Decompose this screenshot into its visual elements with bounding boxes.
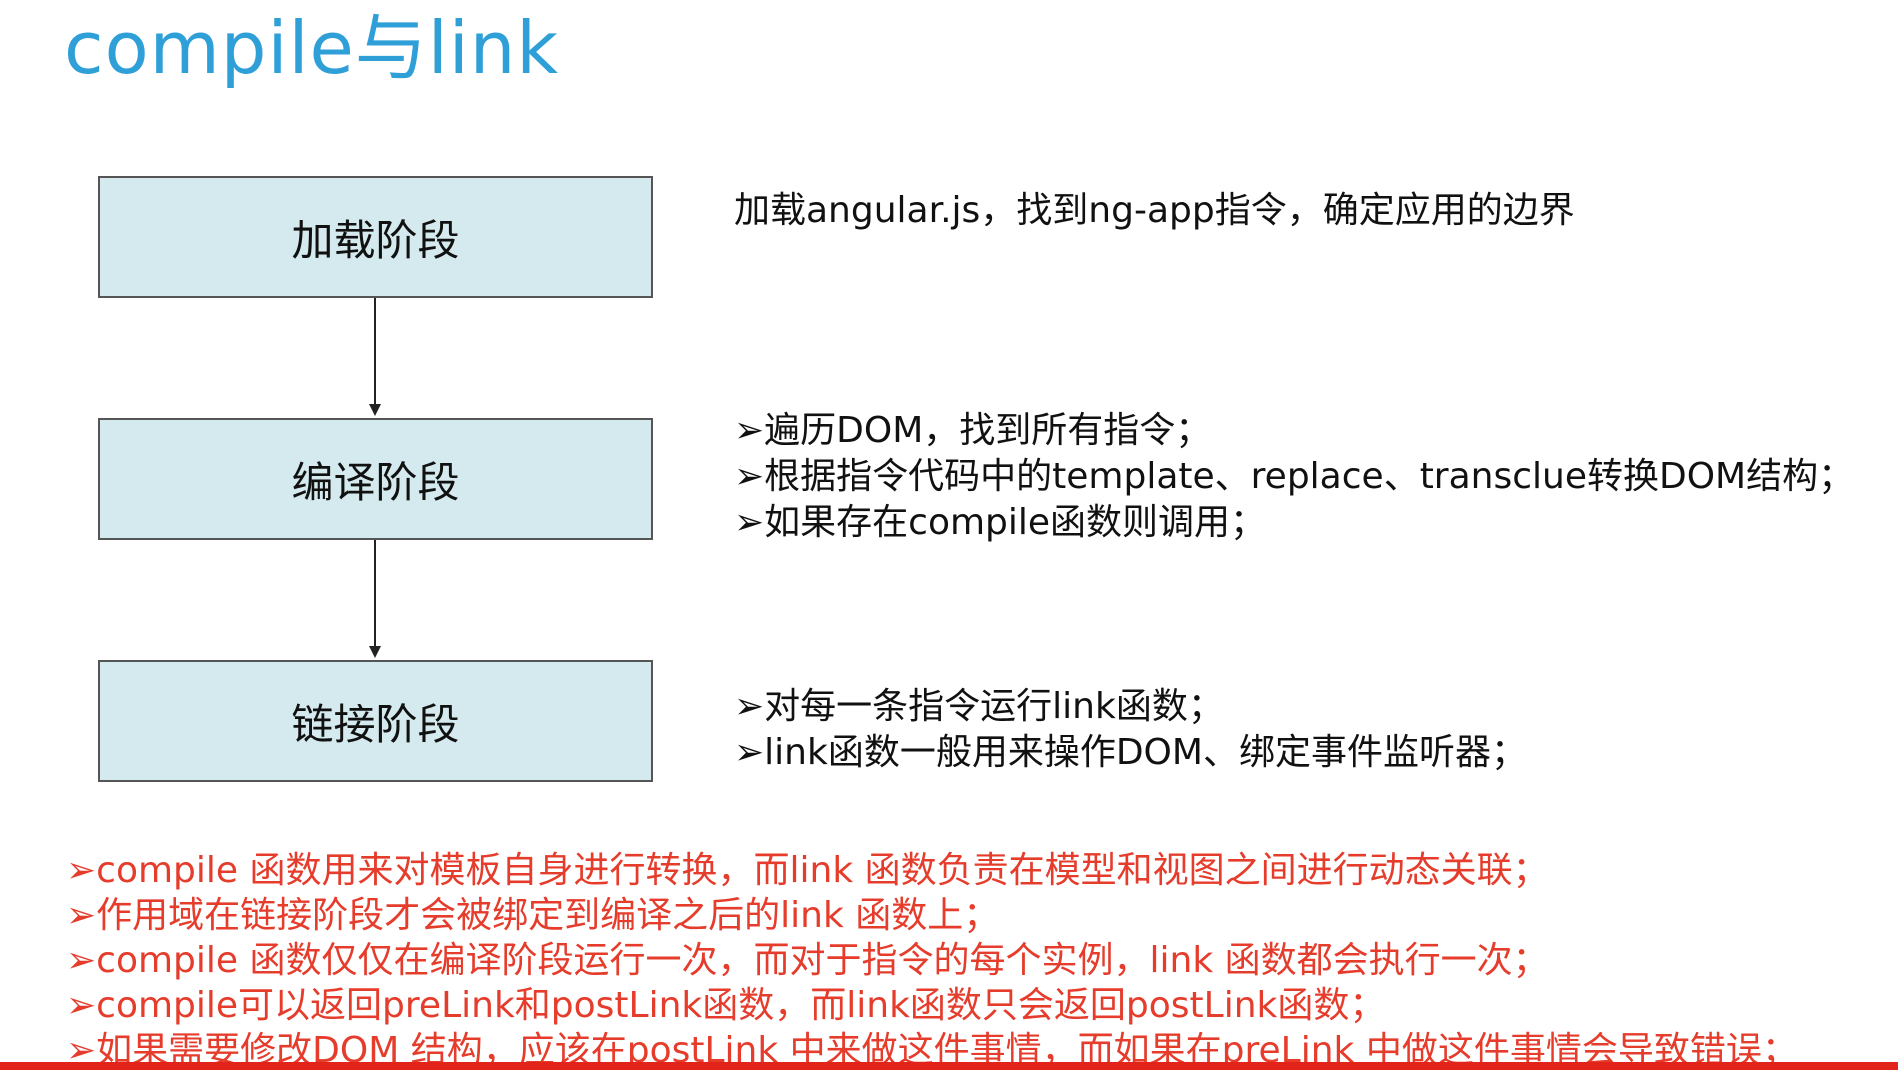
note-item: ➢作用域在链接阶段才会被绑定到编译之后的link 函数上；: [66, 895, 1000, 936]
note-item: ➢compile 函数仅仅在编译阶段运行一次，而对于指令的每个实例，link 函…: [66, 940, 1549, 981]
description-load: 加载angular.js，找到ng-app指令，确定应用的边界: [734, 188, 1575, 234]
arrow-load-to-compile: [369, 298, 381, 416]
description-line: ➢如果存在compile函数则调用；: [734, 502, 1267, 543]
description-compile: ➢遍历DOM，找到所有指令； ➢根据指令代码中的template、replace…: [734, 408, 1854, 546]
notes-list: ➢compile 函数用来对模板自身进行转换，而link 函数负责在模型和视图之…: [66, 848, 1798, 1070]
description-line: ➢根据指令代码中的template、replace、transclue转换DOM…: [734, 456, 1855, 497]
note-item: ➢compile可以返回preLink和postLink函数，而link函数只会…: [66, 985, 1386, 1026]
stage-label-link: 链接阶段: [291, 699, 460, 749]
arrow-compile-to-link: [369, 540, 381, 658]
description-link: ➢对每一条指令运行link函数； ➢link函数一般用来操作DOM、绑定事件监听…: [734, 684, 1527, 776]
description-line: ➢link函数一般用来操作DOM、绑定事件监听器；: [734, 732, 1527, 773]
description-line: ➢遍历DOM，找到所有指令；: [734, 410, 1212, 451]
stage-box-link: 链接阶段: [98, 660, 653, 782]
stage-label-compile: 编译阶段: [291, 457, 460, 507]
description-line: ➢对每一条指令运行link函数；: [734, 686, 1224, 727]
stage-box-compile: 编译阶段: [98, 418, 653, 540]
description-line: 加载angular.js，找到ng-app指令，确定应用的边界: [734, 190, 1575, 231]
bottom-accent-bar: [0, 1062, 1898, 1070]
note-item: ➢compile 函数用来对模板自身进行转换，而link 函数负责在模型和视图之…: [66, 850, 1549, 891]
